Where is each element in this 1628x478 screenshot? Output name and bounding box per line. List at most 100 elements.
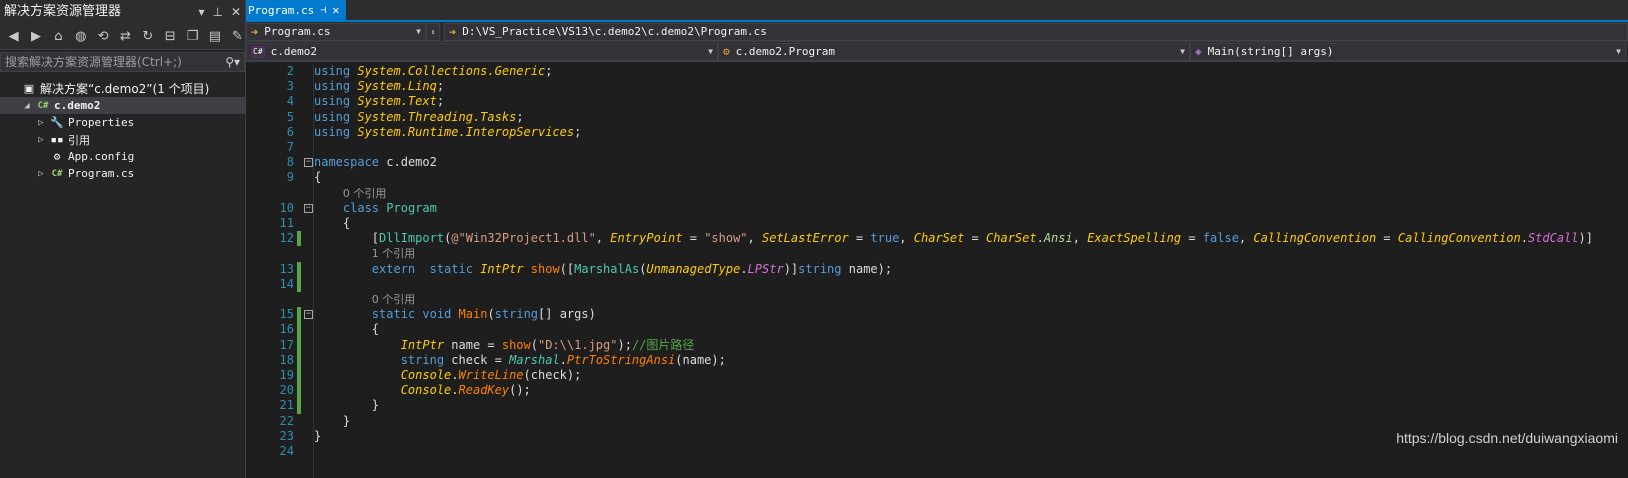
- copy-icon[interactable]: ❐: [185, 29, 200, 45]
- properties-icon[interactable]: ▤: [207, 29, 222, 45]
- code-line[interactable]: 6 using System.Runtime.InteropServices;: [246, 125, 1628, 140]
- class-dropdown-value: c.demo2.Program: [735, 45, 835, 58]
- code-text: Console.WriteLine(check);: [400, 368, 582, 382]
- scroll-stepper[interactable]: ⇕: [426, 22, 440, 41]
- code-line[interactable]: 18 string check = Marshal.PtrToStringAns…: [246, 352, 1628, 368]
- code-line[interactable]: 10− class Program: [246, 201, 1628, 216]
- code-line[interactable]: 11 {: [246, 216, 1628, 231]
- tree-node[interactable]: ◢ C# c.demo2: [0, 97, 245, 114]
- fold-toggle-icon[interactable]: −: [304, 310, 313, 320]
- solution-explorer-title-bar: 解决方案资源管理器 ▾ ⊥ ✕: [0, 0, 245, 24]
- solution-search-input[interactable]: [5, 55, 226, 69]
- line-number: 15: [279, 307, 294, 322]
- code-line[interactable]: 17 IntPtr name = show("D:\\1.jpg");//图片路…: [246, 337, 1628, 353]
- code-text: string check = Marshal.PtrToStringAnsi(n…: [400, 352, 726, 367]
- tree-node-label: Program.cs: [68, 167, 135, 180]
- code-text: extern static IntPtr show([MarshalAs(Unm…: [371, 261, 893, 276]
- line-number: 11: [279, 216, 294, 230]
- code-line[interactable]: 14: [246, 276, 1628, 292]
- method-icon: ◈: [1195, 45, 1202, 58]
- history-icon[interactable]: ⟲: [95, 29, 110, 45]
- file-dropdown[interactable]: ➔ Program.cs ▼: [246, 22, 426, 41]
- code-line[interactable]: 5 using System.Threading.Tasks;: [246, 110, 1628, 125]
- csharp-file-icon: C#: [51, 168, 63, 179]
- tree-node-label: App.config: [68, 150, 135, 163]
- arrow-icon: ➔: [251, 24, 259, 39]
- code-text: 1 个引用: [371, 247, 416, 261]
- class-icon: ⚙: [723, 45, 730, 58]
- code-line[interactable]: 22 }: [246, 414, 1628, 429]
- fold-toggle-icon[interactable]: −: [304, 158, 313, 168]
- wrench-icon[interactable]: ✎: [230, 29, 245, 45]
- code-line[interactable]: 16 {: [246, 322, 1628, 338]
- search-icon[interactable]: ⚲▾: [225, 55, 240, 69]
- code-line[interactable]: 19 Console.WriteLine(check);: [246, 368, 1628, 384]
- expanded-arrow-icon[interactable]: ◢: [20, 101, 34, 111]
- line-number: 21: [279, 398, 294, 413]
- expand-arrow-icon[interactable]: ▷: [34, 118, 48, 128]
- chevron-down-icon: ▼: [708, 47, 713, 56]
- forward-icon[interactable]: ▶: [28, 29, 43, 45]
- close-icon[interactable]: ✕: [332, 3, 339, 17]
- code-line[interactable]: 8− namespace c.demo2: [246, 155, 1628, 170]
- close-icon[interactable]: ✕: [231, 0, 241, 24]
- code-area[interactable]: 2 using System.Collections.Generic; 3 using…: [246, 64, 1628, 478]
- pin-icon[interactable]: ⊥: [212, 0, 222, 24]
- home-icon[interactable]: ⌂: [51, 29, 66, 45]
- code-text: {: [314, 322, 380, 337]
- line-number: 9: [286, 170, 294, 185]
- dropdown-icon[interactable]: ▾: [198, 0, 204, 24]
- file-path: D:\VS_Practice\VS13\c.demo2\c.demo2\Prog…: [462, 25, 767, 38]
- tree-node[interactable]: ▷ 🔧 Properties: [0, 114, 245, 131]
- expand-arrow-icon[interactable]: ▷: [34, 135, 48, 145]
- member-dropdown[interactable]: ◈ Main(string[] args) ▼: [1190, 42, 1626, 61]
- code-line[interactable]: 3 using System.Linq;: [246, 79, 1628, 94]
- tree-node[interactable]: ▷ C# Program.cs: [0, 165, 245, 182]
- chevron-down-icon: ▼: [1616, 47, 1621, 56]
- sync-icon[interactable]: ⇄: [118, 29, 133, 45]
- code-line[interactable]: 24: [246, 444, 1628, 459]
- collapse-all-icon[interactable]: ⊟: [163, 29, 178, 45]
- code-line[interactable]: 13 extern static IntPtr show([MarshalAs(…: [246, 261, 1628, 277]
- project-dropdown[interactable]: C# c.demo2 ▼: [246, 42, 718, 61]
- fold-toggle-icon[interactable]: −: [304, 203, 313, 213]
- change-indicator: [297, 352, 301, 368]
- line-number: 13: [279, 261, 294, 276]
- path-dropdown[interactable]: ➔ D:\VS_Practice\VS13\c.demo2\c.demo2\Pr…: [444, 22, 1628, 41]
- back-icon[interactable]: ◀: [6, 29, 21, 45]
- code-line[interactable]: 20 Console.ReadKey();: [246, 383, 1628, 399]
- code-line[interactable]: 2 using System.Collections.Generic;: [246, 64, 1628, 79]
- code-line[interactable]: 15− static void Main(string[] args): [246, 307, 1628, 323]
- tab-program-cs[interactable]: Program.cs ⊣ ✕: [246, 0, 346, 20]
- line-number: 5: [286, 109, 294, 124]
- code-navigation-bar: C# c.demo2 ▼ ⚙ c.demo2.Program ▼ ◈ Main(…: [246, 42, 1628, 62]
- expand-arrow-icon[interactable]: ▷: [34, 169, 48, 179]
- code-line[interactable]: 4 using System.Text;: [246, 94, 1628, 109]
- code-line[interactable]: 7: [246, 140, 1628, 155]
- code-line[interactable]: 0 个引用: [246, 186, 1628, 201]
- code-line[interactable]: 1 个引用: [246, 246, 1628, 261]
- tree-node[interactable]: ⚙ App.config: [0, 148, 245, 165]
- line-number: 22: [279, 413, 294, 428]
- solution-icon: ▣: [23, 82, 35, 95]
- line-number: 24: [279, 444, 294, 458]
- code-line[interactable]: 0 个引用: [246, 292, 1628, 307]
- globe-icon[interactable]: ◍: [73, 29, 88, 45]
- code-line[interactable]: 9{: [246, 170, 1628, 185]
- solution-search-box[interactable]: ⚲▾: [0, 52, 245, 72]
- change-indicator: [297, 398, 301, 414]
- chevron-down-icon: ▼: [416, 27, 421, 36]
- wrench-icon: 🔧: [50, 116, 64, 129]
- tree-node[interactable]: ▣ 解决方案“c.demo2”(1 个项目): [0, 80, 245, 97]
- line-number: 6: [286, 124, 294, 139]
- change-indicator: [297, 337, 301, 353]
- code-line[interactable]: 12 [DllImport(@"Win32Project1.dll", Entr…: [246, 231, 1628, 247]
- code-text: using System.Text;: [314, 94, 445, 109]
- line-number: 10: [279, 200, 294, 215]
- tree-node[interactable]: ▷ ▪▪ 引用: [0, 131, 245, 148]
- refresh-icon[interactable]: ↻: [140, 29, 155, 45]
- tab-label: Program.cs: [248, 3, 315, 17]
- pin-icon[interactable]: ⊣: [320, 5, 326, 16]
- code-line[interactable]: 21 }: [246, 398, 1628, 414]
- class-dropdown[interactable]: ⚙ c.demo2.Program ▼: [718, 42, 1190, 61]
